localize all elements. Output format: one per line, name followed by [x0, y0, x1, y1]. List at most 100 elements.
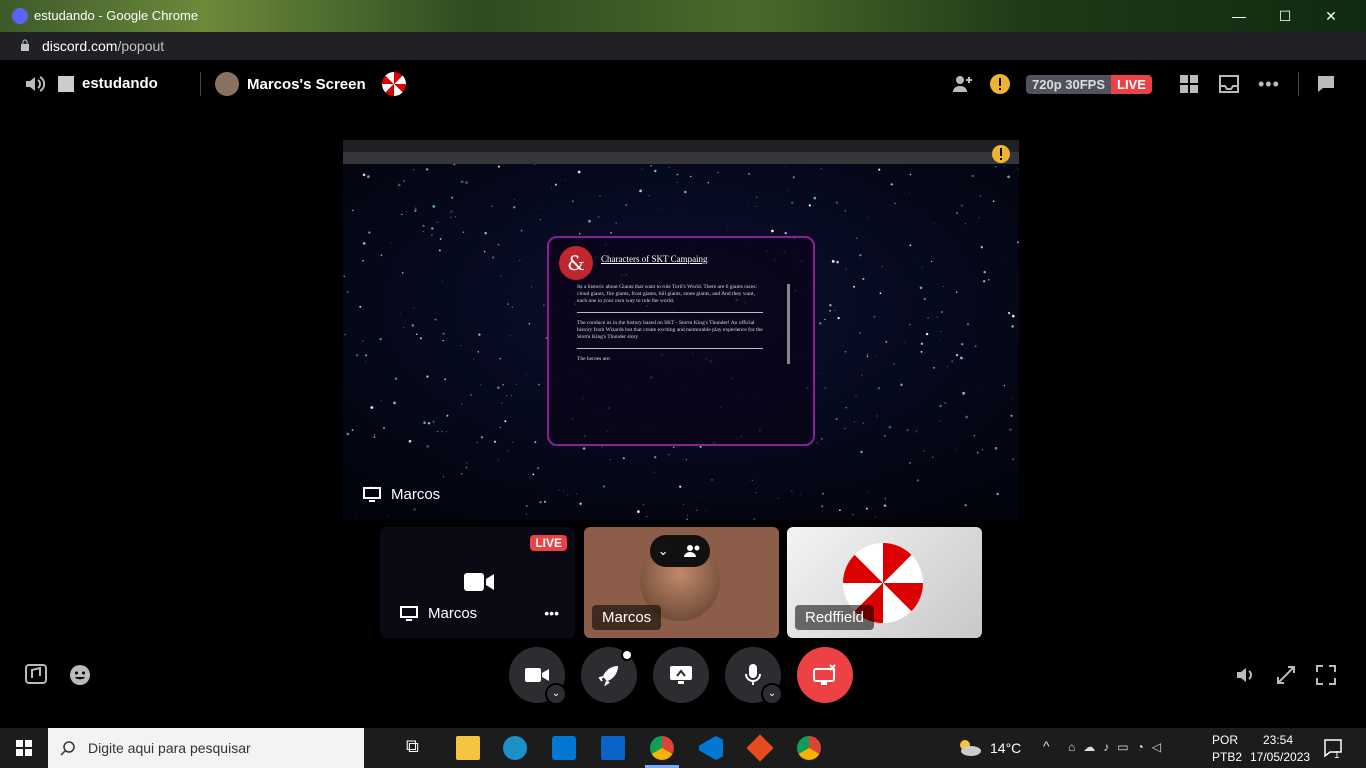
clock-date[interactable]: 17/05/2023: [1250, 750, 1310, 764]
more-options-icon[interactable]: •••: [1258, 74, 1280, 95]
windows-start-icon[interactable]: [16, 740, 32, 756]
chevron-down-icon: ⌄: [657, 543, 669, 558]
card-paragraph-2: The conduce us in the history based on S…: [577, 320, 763, 340]
dnd-logo-icon: &: [559, 246, 593, 280]
tile-options[interactable]: ⌄: [650, 535, 710, 567]
card-paragraph-3: The heroes are:: [577, 356, 611, 362]
stream-tile[interactable]: LIVE Marcos •••: [380, 527, 575, 638]
call-header: estudando Marcos's Screen 720p 30FPS LIV…: [8, 60, 1353, 108]
address-bar[interactable]: discord.com/popout: [0, 32, 1366, 60]
channel-icon: [58, 75, 74, 92]
search-placeholder: Digite aqui para pesquisar: [88, 740, 251, 756]
activities-button[interactable]: [581, 647, 637, 703]
add-user-icon[interactable]: [951, 73, 973, 95]
tile-name: Redffield: [795, 605, 874, 630]
warning-icon[interactable]: [990, 74, 1010, 94]
microphone-icon: [745, 664, 761, 685]
file-explorer-icon[interactable]: [456, 736, 480, 760]
camera-button[interactable]: ⌄: [509, 647, 567, 705]
edge-icon[interactable]: [503, 736, 527, 760]
tile-name: Marcos: [428, 605, 478, 622]
shared-browser-toolbar: [343, 152, 1019, 164]
weather-icon[interactable]: [956, 737, 982, 757]
task-view-icon[interactable]: ⧉: [406, 736, 430, 760]
card-title: Characters of SKT Campaing: [601, 254, 708, 264]
discord-popout: estudando Marcos's Screen 720p 30FPS LIV…: [8, 60, 1353, 718]
browser-title-bar: estudando - Google Chrome — ☐ ✕: [0, 0, 1366, 32]
url-text: discord.com/popout: [42, 38, 165, 54]
vscode-icon[interactable]: [699, 736, 723, 760]
fullscreen-icon[interactable]: [1316, 665, 1336, 685]
divider: [577, 312, 763, 313]
soundboard-icon[interactable]: [25, 664, 47, 684]
lock-icon: [21, 39, 29, 51]
live-badge: LIVE: [1111, 75, 1152, 94]
volume-icon[interactable]: [1235, 665, 1257, 685]
popout-icon[interactable]: [1276, 665, 1296, 685]
shared-browser-tabbar: [343, 140, 1019, 152]
store-icon[interactable]: [552, 736, 576, 760]
umbrella-avatar: [381, 72, 406, 96]
git-icon[interactable]: [746, 734, 774, 762]
presenter-name: Marcos: [391, 486, 441, 503]
screen-share-button[interactable]: [653, 647, 709, 703]
chrome-icon[interactable]: [797, 736, 821, 760]
emoji-icon[interactable]: [69, 664, 91, 686]
windows-taskbar: Digite aqui para pesquisar ⧉ 14°C ^ ⌂☁♪▭…: [0, 728, 1366, 768]
divider: [1298, 72, 1299, 96]
participant-tile-redffield[interactable]: Redffield: [787, 527, 982, 638]
stream-title: Marcos's Screen: [215, 72, 406, 96]
chevron-down-icon[interactable]: ⌄: [761, 683, 783, 705]
presenter-label: Marcos: [363, 486, 440, 503]
stream-quality-badge: 720p 30FPS LIVE: [1026, 75, 1152, 94]
clock-time[interactable]: 23:54: [1263, 733, 1293, 747]
window-title: estudando - Google Chrome: [34, 8, 199, 23]
tile-label-stream: Marcos: [400, 605, 477, 622]
taskbar-search[interactable]: Digite aqui para pesquisar: [48, 728, 364, 768]
users-icon: [684, 545, 700, 557]
quality-label: 720p 30FPS: [1026, 75, 1111, 94]
stream-title-label: Marcos's Screen: [247, 75, 366, 93]
end-stream-icon: [813, 664, 836, 685]
minimize-button[interactable]: —: [1216, 0, 1262, 32]
disconnect-button[interactable]: [797, 647, 853, 703]
stream-stage[interactable]: & Characters of SKT Campaing Its a histo…: [343, 140, 1019, 520]
speaker-icon[interactable]: [24, 74, 46, 94]
screen-icon: [400, 605, 418, 621]
notification-dot: [621, 649, 633, 661]
tray-icons[interactable]: ⌂☁♪▭◔◁: [1068, 740, 1169, 754]
close-button[interactable]: ✕: [1308, 0, 1354, 32]
divider: [200, 72, 201, 96]
rocket-icon: [598, 666, 618, 686]
divider: [577, 348, 763, 349]
discord-logo-icon: [12, 8, 28, 24]
chrome-icon[interactable]: [650, 736, 674, 760]
screen-icon: [363, 486, 381, 502]
keyboard-layout-label[interactable]: PTB2: [1212, 750, 1242, 764]
channel-name[interactable]: estudando: [58, 75, 158, 92]
notification-count: 1: [1334, 750, 1340, 761]
chevron-down-icon[interactable]: ⌄: [545, 683, 567, 705]
card-scrollbar[interactable]: [787, 284, 790, 364]
channel-label: estudando: [82, 75, 158, 92]
avatar: [215, 72, 239, 96]
participant-tile-marcos[interactable]: ⌄ Marcos: [584, 527, 779, 638]
maximize-button[interactable]: ☐: [1262, 0, 1308, 32]
microphone-button[interactable]: ⌄: [725, 647, 783, 705]
weather-temp: 14°C: [990, 740, 1022, 756]
campaign-card: & Characters of SKT Campaing Its a histo…: [547, 236, 815, 446]
inbox-icon[interactable]: [1219, 75, 1239, 93]
grid-layout-icon[interactable]: [1180, 75, 1198, 93]
card-paragraph-1: Its a historic about Giants that want to…: [577, 284, 758, 304]
screen-share-icon: [670, 666, 692, 684]
live-badge: LIVE: [530, 535, 567, 551]
camera-icon: [525, 668, 549, 682]
chevron-up-icon[interactable]: ^: [1043, 738, 1050, 754]
mail-icon[interactable]: [601, 736, 625, 760]
chat-icon[interactable]: [1316, 74, 1336, 94]
search-icon: [60, 741, 75, 756]
warning-icon: [992, 145, 1010, 163]
language-label[interactable]: POR: [1212, 733, 1238, 747]
more-options-icon[interactable]: •••: [544, 605, 559, 621]
tile-name: Marcos: [592, 605, 662, 630]
